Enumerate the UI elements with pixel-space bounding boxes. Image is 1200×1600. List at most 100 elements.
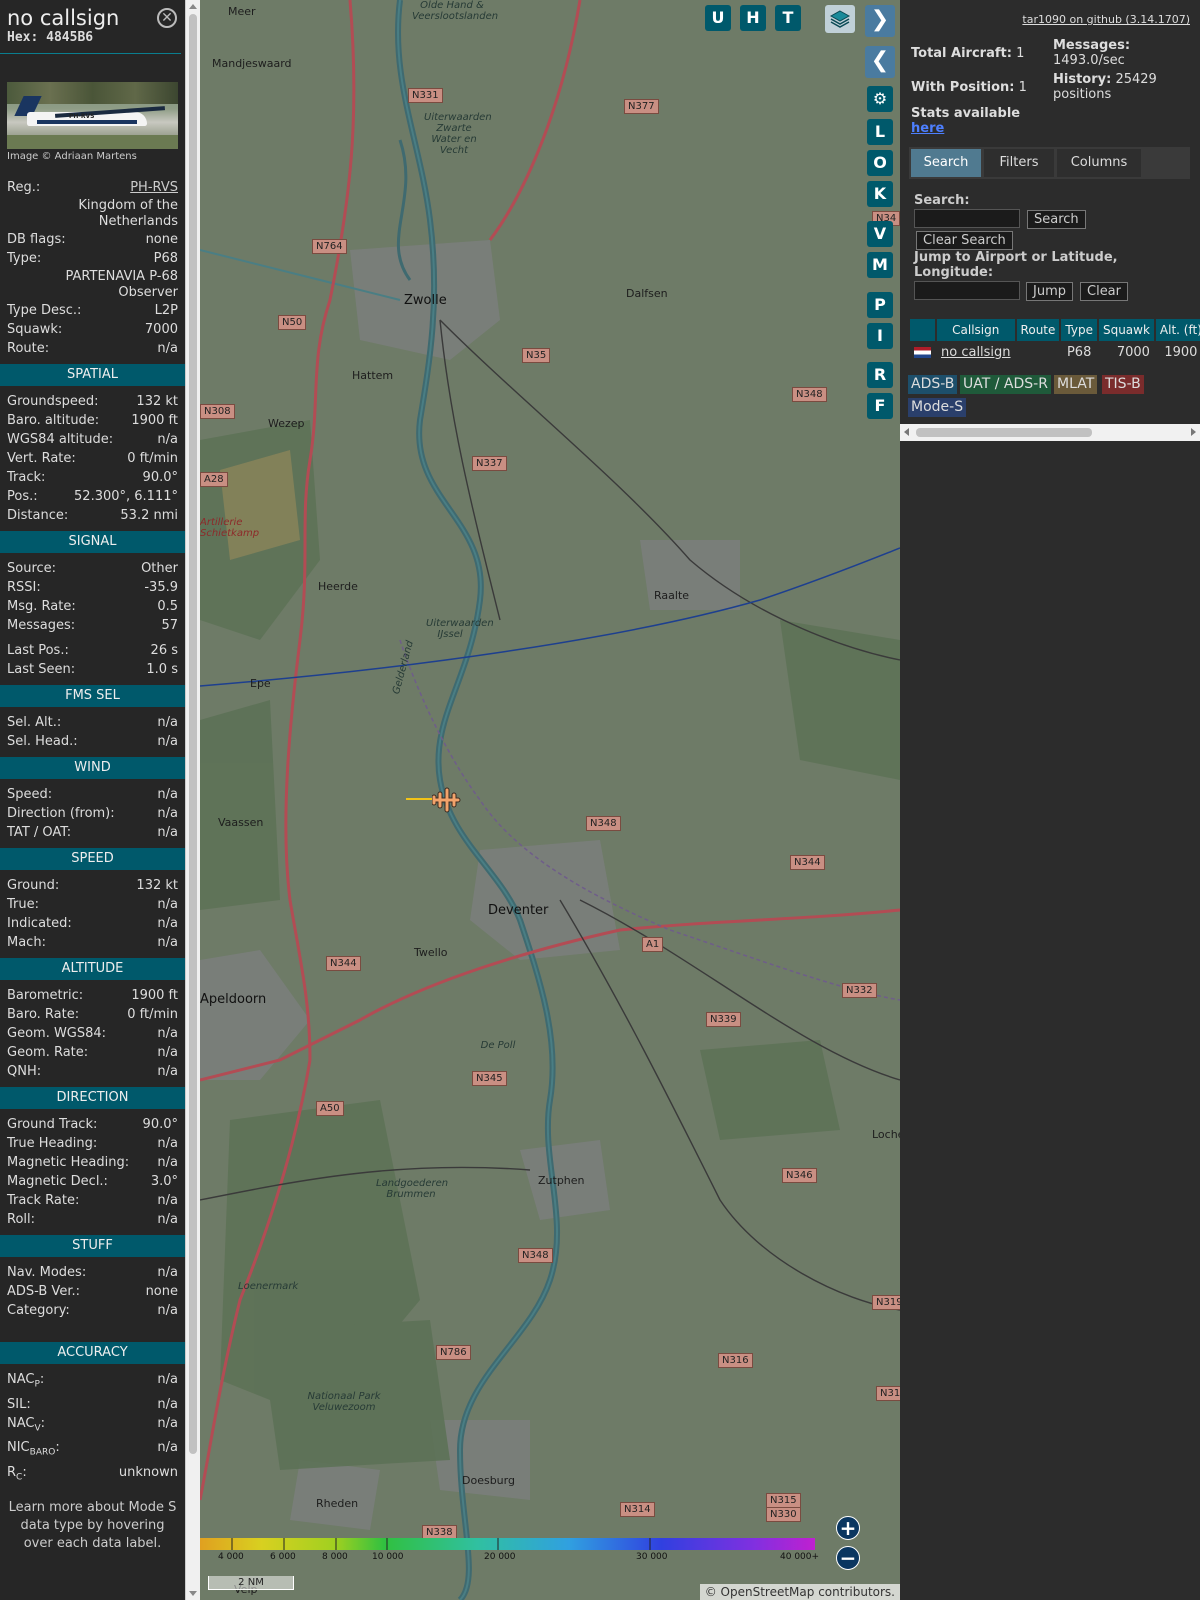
detail-key[interactable]: Last Pos.: — [7, 641, 69, 660]
map-button-h[interactable]: H — [740, 5, 766, 31]
detail-key[interactable]: Geom. WGS84: — [7, 1024, 106, 1043]
detail-key[interactable]: Track: — [7, 468, 45, 487]
detail-key[interactable]: True: — [7, 895, 39, 914]
detail-key[interactable]: Category: — [7, 1301, 70, 1320]
detail-key[interactable]: Track Rate: — [7, 1191, 79, 1210]
source-badge-ads-b[interactable]: ADS-B — [908, 375, 958, 394]
col-route[interactable]: Route — [1016, 319, 1060, 341]
sidebar-scrollbar[interactable] — [185, 0, 200, 1600]
search-button[interactable]: Search — [1027, 210, 1086, 229]
map-button-v[interactable]: V — [867, 221, 893, 247]
layers-button[interactable] — [825, 5, 855, 33]
detail-key[interactable]: RSSI: — [7, 578, 41, 597]
detail-key[interactable]: NACV: — [7, 1414, 45, 1439]
detail-key[interactable]: Nav. Modes: — [7, 1263, 86, 1282]
zoom-out-button[interactable]: − — [836, 1546, 860, 1570]
source-badge-tis-b[interactable]: TIS-B — [1102, 375, 1144, 394]
col-altitude[interactable]: Alt. (ft) — [1155, 319, 1200, 341]
detail-key[interactable]: NACP: — [7, 1370, 44, 1395]
source-badge-mode-s[interactable]: Mode-S — [908, 398, 967, 417]
detail-key[interactable]: Vert. Rate: — [7, 449, 76, 468]
detail-key[interactable]: Pos.: — [7, 487, 38, 506]
detail-key[interactable]: ADS-B Ver.: — [7, 1282, 80, 1301]
col-callsign[interactable]: Callsign — [937, 319, 1015, 341]
col-flag[interactable] — [910, 319, 935, 341]
detail-key[interactable]: Last Seen: — [7, 660, 75, 679]
detail-key[interactable]: Messages: — [7, 616, 75, 635]
detail-key[interactable]: SIL: — [7, 1395, 31, 1414]
map-button-f[interactable]: F — [867, 393, 893, 419]
expand-sidebar-button[interactable]: ❯ — [865, 5, 895, 37]
source-badge-mlat[interactable]: MLAT — [1054, 375, 1098, 394]
clear-jump-button[interactable]: Clear — [1080, 282, 1128, 301]
selected-aircraft-icon[interactable] — [432, 786, 462, 814]
stats-link[interactable]: here — [911, 121, 944, 136]
detail-key[interactable]: Distance: — [7, 506, 68, 525]
jump-input[interactable] — [914, 281, 1020, 300]
detail-key[interactable]: Baro. altitude: — [7, 411, 99, 430]
map-button-o[interactable]: O — [867, 150, 893, 176]
map-button-t[interactable]: T — [775, 5, 801, 31]
col-squawk[interactable]: Squawk — [1098, 319, 1154, 341]
detail-key[interactable]: Indicated: — [7, 914, 72, 933]
detail-key[interactable]: QNH: — [7, 1062, 41, 1081]
scroll-up-arrow[interactable] — [189, 4, 197, 9]
detail-key[interactable]: Sel. Alt.: — [7, 713, 61, 732]
col-type[interactable]: Type — [1061, 319, 1097, 341]
detail-key[interactable]: Msg. Rate: — [7, 597, 76, 616]
scroll-thumb[interactable] — [189, 14, 197, 1454]
detail-key[interactable]: Geom. Rate: — [7, 1043, 88, 1062]
detail-key[interactable]: Ground Track: — [7, 1115, 97, 1134]
close-icon[interactable]: ✕ — [157, 8, 177, 28]
horizontal-scroll-thumb[interactable] — [916, 428, 1092, 437]
table-row[interactable]: no callsign P68 7000 1900 — [910, 341, 1200, 363]
zoom-in-button[interactable]: + — [836, 1516, 860, 1540]
map-button-i[interactable]: I — [867, 323, 893, 349]
tab-columns[interactable]: Columns — [1057, 149, 1141, 177]
scroll-down-arrow[interactable] — [189, 1591, 197, 1596]
detail-key[interactable]: Sel. Head.: — [7, 732, 78, 751]
map-button-u[interactable]: U — [705, 5, 731, 31]
detail-row: RC: unknown — [0, 1463, 185, 1488]
settings-button[interactable]: ⚙ — [867, 86, 893, 112]
jump-button[interactable]: Jump — [1026, 282, 1073, 301]
search-input[interactable] — [914, 209, 1020, 228]
collapse-sidebar-button[interactable]: ❮ — [865, 46, 895, 78]
tab-search[interactable]: Search — [911, 149, 981, 177]
detail-key[interactable]: TAT / OAT: — [7, 823, 71, 842]
map-area-label: Landgoederen Brummen — [376, 1178, 449, 1200]
source-badge-uat-ads-r[interactable]: UAT / ADS-R — [960, 375, 1051, 394]
scroll-right-arrow[interactable] — [1191, 428, 1196, 436]
detail-key[interactable]: Mach: — [7, 933, 46, 952]
row-callsign[interactable]: no callsign — [937, 341, 1015, 363]
detail-key[interactable]: Ground: — [7, 876, 59, 895]
detail-key[interactable]: Speed: — [7, 785, 52, 804]
github-link[interactable]: tar1090 on github (3.14.1707) — [1022, 13, 1190, 26]
map-view[interactable]: Zwolle Deventer Apeldoorn Zutphen Hattem Weze… — [200, 0, 900, 1600]
detail-key[interactable]: True Heading: — [7, 1134, 97, 1153]
scroll-left-arrow[interactable] — [904, 428, 909, 436]
info-value[interactable]: PH-RVS — [130, 178, 178, 197]
osm-link[interactable]: OpenStreetMap — [721, 1585, 815, 1599]
map-button-m[interactable]: M — [867, 252, 893, 278]
detail-key[interactable]: NICBARO: — [7, 1438, 60, 1463]
map-button-l[interactable]: L — [867, 119, 893, 145]
detail-key[interactable]: Roll: — [7, 1210, 35, 1229]
map-button-r[interactable]: R — [867, 362, 893, 388]
detail-key[interactable]: RC: — [7, 1463, 27, 1488]
detail-value: unknown — [118, 1464, 178, 1480]
detail-key[interactable]: WGS84 altitude: — [7, 430, 113, 449]
detail-key[interactable]: Baro. Rate: — [7, 1005, 79, 1024]
detail-key[interactable]: Magnetic Heading: — [7, 1153, 129, 1172]
detail-key[interactable]: Magnetic Decl.: — [7, 1172, 108, 1191]
detail-key[interactable]: Barometric: — [7, 986, 83, 1005]
aircraft-photo[interactable]: PH-RVS — [7, 82, 178, 149]
detail-key[interactable]: Direction (from): — [7, 804, 115, 823]
map-button-p[interactable]: P — [867, 292, 893, 318]
map-button-k[interactable]: K — [867, 181, 893, 207]
clear-search-button[interactable]: Clear Search — [916, 231, 1013, 250]
table-horizontal-scrollbar[interactable] — [900, 424, 1200, 441]
detail-key[interactable]: Groundspeed: — [7, 392, 98, 411]
detail-key[interactable]: Source: — [7, 559, 56, 578]
tab-filters[interactable]: Filters — [984, 149, 1054, 177]
